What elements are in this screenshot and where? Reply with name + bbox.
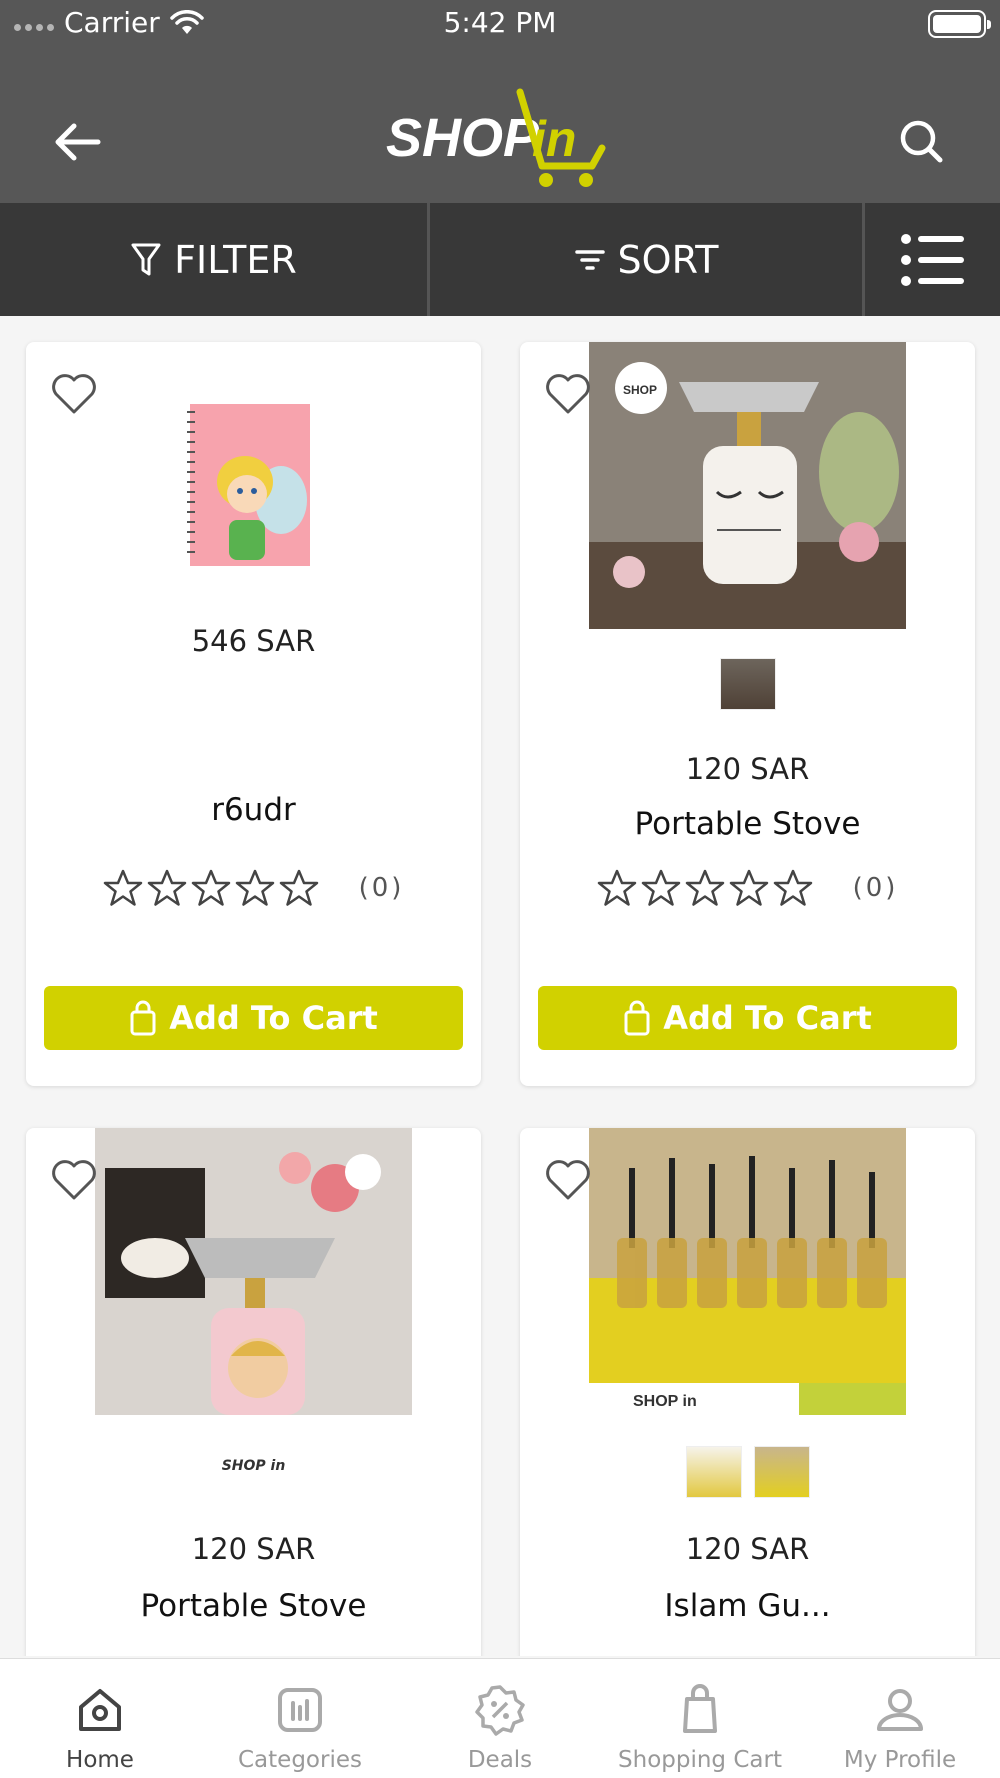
gift-bottles-image: SHOP in [589,1128,906,1415]
tab-deals[interactable]: Deals [400,1659,600,1778]
tab-home[interactable]: Home [0,1659,200,1778]
product-price: 120 SAR [685,752,810,786]
tab-label: Home [66,1747,134,1773]
star-icon [729,869,768,906]
tab-categories[interactable]: Categories [200,1659,400,1778]
tab-shopping-cart[interactable]: Shopping Cart [600,1659,800,1778]
product-card[interactable]: SHOP in 120 SAR Portable Stove [26,1128,481,1656]
star-icon [597,869,636,906]
heart-icon[interactable] [544,1158,592,1202]
filter-icon [131,243,161,275]
vintage-stove-image [95,1128,412,1415]
tab-label: Shopping Cart [618,1747,782,1773]
star-icon [235,869,274,906]
search-icon[interactable] [892,112,952,172]
bag-icon [683,1684,717,1733]
deals-icon [475,1685,525,1736]
product-card[interactable]: 546 SAR r6udr (0) Add To Cart [26,342,481,1086]
heart-icon[interactable] [50,372,98,416]
rating-count: (0) [852,873,899,903]
thumbnail-strip [520,658,975,710]
app-header: Carrier 5:42 PM SHOP in [0,0,1000,203]
thumbnail[interactable] [685,1446,742,1498]
star-icon [685,869,724,906]
battery-icon [928,10,991,38]
star-icon [103,869,142,906]
filter-label: FILTER [174,237,297,282]
product-image[interactable] [95,342,412,629]
bag-icon [130,1000,156,1036]
product-image[interactable]: SHOP in [589,1128,906,1415]
star-icon [641,869,680,906]
profile-icon [877,1689,923,1731]
product-price: 120 SAR [685,1532,810,1566]
status-time: 5:42 PM [443,6,557,39]
svg-text:SHOP: SHOP [386,108,540,168]
filter-sort-bar: FILTER SORT [0,203,1000,316]
star-icon [147,869,186,906]
svg-text:SHOP in: SHOP in [633,1393,697,1410]
heart-icon[interactable] [50,1158,98,1202]
sort-label: SORT [617,237,719,282]
product-card[interactable]: SHOP in 120 SAR Islam Gu... [520,1128,975,1656]
heart-icon[interactable] [544,372,592,416]
shopin-logo: SHOP in [386,88,606,187]
rating-count: (0) [358,873,405,903]
product-price: 120 SAR [191,1532,316,1566]
rating-row: (0) [26,868,481,908]
product-name[interactable]: r6udr [26,792,481,828]
product-name[interactable]: Portable Stove [520,806,975,842]
product-card[interactable]: SHOP 120 SAR Portable Stove (0) Add To C… [520,342,975,1086]
tab-my-profile[interactable]: My Profile [800,1659,1000,1778]
star-icon [773,869,812,906]
rating-row: (0) [520,868,975,908]
star-icon [191,869,230,906]
sort-icon [574,249,605,270]
tab-label: Deals [467,1747,533,1773]
add-to-cart-label: Add To Cart [169,999,378,1037]
product-price: 546 SAR [191,624,316,658]
list-view-icon [900,233,964,286]
thumbnail[interactable] [719,658,776,710]
product-grid: 546 SAR r6udr (0) Add To Cart SHOP 120 S… [0,316,1000,1656]
thumbnail-strip [520,1446,975,1498]
star-icon [279,869,318,906]
svg-text:SHOP: SHOP [623,383,657,397]
categories-icon [278,1688,322,1732]
product-name[interactable]: Islam Gu... [520,1588,975,1624]
bag-icon [624,1000,650,1036]
product-name[interactable]: Portable Stove [26,1588,481,1624]
add-to-cart-label: Add To Cart [663,999,872,1037]
thumbnail[interactable]: SHOP in [222,1448,286,1474]
thumbnail[interactable] [753,1446,810,1498]
tab-label: My Profile [843,1747,957,1773]
notebook-image [187,404,310,566]
nav-bar: SHOP in [0,80,1000,190]
tab-label: Categories [238,1747,362,1773]
stove-image: SHOP [589,342,906,629]
sort-button[interactable]: SORT [430,203,865,316]
list-view-button[interactable] [865,203,1000,316]
product-image[interactable]: SHOP [589,342,906,629]
product-image[interactable] [95,1128,412,1415]
status-bar: Carrier 5:42 PM [0,0,1000,50]
add-to-cart-button[interactable]: Add To Cart [44,986,463,1050]
thumbnail-strip: SHOP in [26,1448,481,1474]
add-to-cart-button[interactable]: Add To Cart [538,986,957,1050]
home-icon [79,1689,121,1731]
filter-button[interactable]: FILTER [0,203,430,316]
back-arrow-icon[interactable] [48,112,108,172]
bottom-tab-bar: Home Categories Deals Shopping Cart My P… [0,1658,1000,1778]
